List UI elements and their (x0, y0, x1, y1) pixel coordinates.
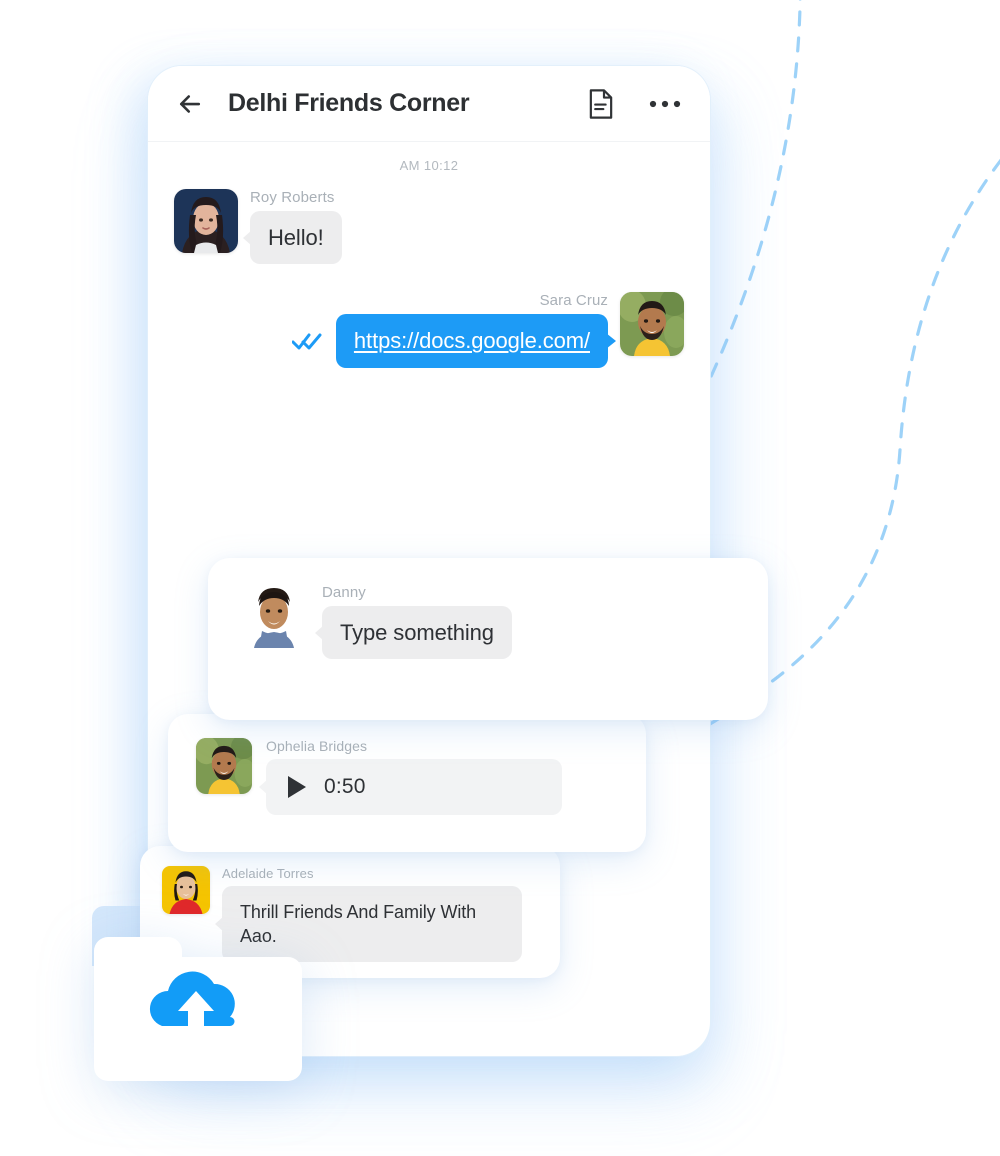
message-row-incoming: Roy Roberts Hello! (148, 189, 710, 265)
back-button[interactable] (170, 84, 210, 124)
message-sender: Roy Roberts (250, 189, 335, 206)
avatar-image (162, 866, 210, 914)
play-icon[interactable] (288, 776, 306, 798)
page-title: Delhi Friends Corner (228, 89, 470, 117)
chat-header: Delhi Friends Corner (148, 66, 710, 142)
card-message-content: Danny Type something (322, 584, 512, 660)
message-link[interactable]: https://docs.google.com/ (354, 328, 590, 353)
document-icon (589, 88, 613, 119)
message-sender: Danny (322, 584, 366, 601)
more-options-icon (649, 100, 681, 107)
arrow-left-icon (179, 94, 201, 113)
message-row-outgoing: Sara Cruz https://docs.google.com/ (148, 292, 710, 368)
message-sender: Sara Cruz (539, 292, 608, 310)
card-message-content: Ophelia Bridges 0:50 (266, 738, 562, 815)
avatar-roy-roberts[interactable] (174, 189, 238, 253)
avatar-danny[interactable] (242, 584, 306, 648)
avatar-image (174, 189, 238, 253)
avatar-ophelia-bridges[interactable] (196, 738, 252, 794)
message-bubble-link[interactable]: https://docs.google.com/ (335, 314, 608, 368)
message-sender: Adelaide Torres (222, 866, 314, 881)
voice-message-bubble[interactable]: 0:50 (266, 759, 562, 815)
message-content: Roy Roberts Hello! (250, 189, 342, 265)
message-content: Sara Cruz https://docs.google.com/ (291, 292, 608, 368)
avatar-image (196, 738, 252, 794)
avatar-sara-cruz[interactable] (620, 292, 684, 357)
message-bubble[interactable]: Type something (322, 606, 512, 660)
more-options-button[interactable] (646, 85, 684, 123)
avatar-image (242, 584, 306, 648)
floating-card-danny[interactable]: Danny Type something (208, 558, 768, 720)
message-bubble[interactable]: Hello! (250, 211, 342, 265)
floating-card-ophelia[interactable]: Ophelia Bridges 0:50 (168, 714, 646, 852)
audio-duration: 0:50 (324, 775, 366, 798)
double-check-icon (291, 332, 322, 350)
cloud-upload-folder[interactable] (94, 937, 302, 1081)
avatar-adelaide-torres[interactable] (162, 866, 210, 914)
conversation-timestamp: AM 10:12 (399, 158, 459, 173)
document-button[interactable] (582, 85, 620, 123)
folder-shape (94, 937, 302, 1081)
avatar-image (620, 292, 684, 357)
message-sender: Ophelia Bridges (266, 738, 368, 754)
